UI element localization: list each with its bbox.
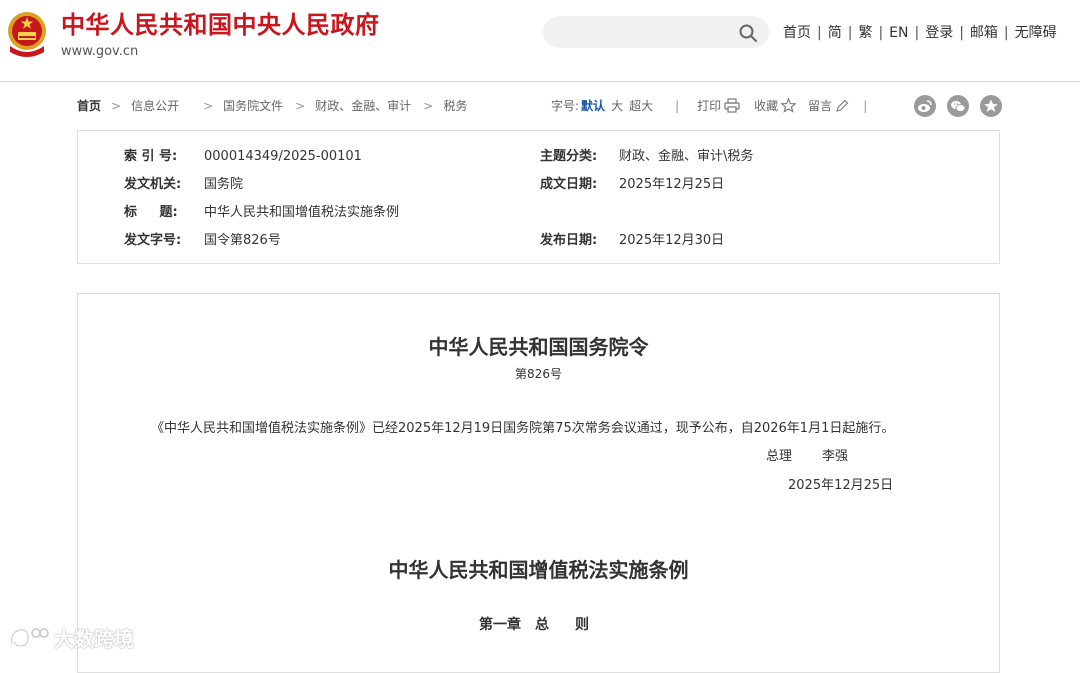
watermark-logo-icon: [10, 628, 49, 648]
breadcrumb-info-disclosure[interactable]: 信息公开: [131, 99, 179, 113]
wechat-icon: [951, 101, 966, 112]
comment-label: 留言: [808, 99, 833, 113]
doc-number-label: 发文字号:: [124, 233, 182, 248]
toolbar-separator: |: [863, 99, 868, 113]
index-number-label: 索 引 号:: [124, 149, 178, 164]
watermark-text: 大数跨境: [54, 627, 134, 651]
favorite-button[interactable]: 收藏: [754, 97, 797, 113]
publish-date-value: 2025年12月30日: [619, 233, 725, 248]
search-icon[interactable]: [738, 23, 758, 43]
nav-separator: |: [817, 25, 822, 41]
chapter-name-part: 总: [535, 617, 549, 633]
title-value: 中华人民共和国增值税法实施条例: [204, 205, 400, 220]
issuer-value: 国务院: [204, 177, 244, 192]
font-size-label: 字号:: [551, 99, 580, 113]
star-outline-icon: [780, 97, 797, 113]
category-label: 主题分类:: [540, 149, 598, 164]
font-size-large[interactable]: 大: [611, 99, 623, 113]
regulation-title: 中华人民共和国增值税法实施条例: [388, 558, 689, 582]
written-date-label: 成文日期:: [540, 177, 598, 192]
nav-login-link[interactable]: 登录: [925, 25, 953, 41]
breadcrumb-home[interactable]: 首页: [77, 99, 101, 113]
nav-separator: |: [1003, 25, 1009, 41]
top-nav: 首页 | 简 | 繁 | EN | 登录 | 邮箱 | 无障碍: [783, 24, 1057, 42]
star-icon: [984, 99, 998, 112]
watermark: 大数跨境: [8, 624, 134, 654]
article-toolbar: 字号: 默认大超大 | 打印 收藏 留言 |: [551, 97, 867, 115]
chapter-number: 第一章: [479, 617, 521, 633]
nav-english-link[interactable]: EN: [889, 25, 908, 41]
breadcrumb: 首页 > 信息公开 > 国务院文件 > 财政、金融、审计 > 税务: [77, 97, 467, 115]
print-button[interactable]: 打印: [697, 98, 740, 113]
nav-mail-link[interactable]: 邮箱: [970, 25, 998, 41]
chapter-heading: 第一章总 则: [479, 616, 589, 634]
nav-separator: |: [959, 25, 964, 41]
nav-separator: |: [878, 25, 884, 41]
chevron-right-icon: >: [423, 99, 434, 113]
chevron-right-icon: >: [203, 99, 214, 113]
category-value: 财政、金融、审计\税务: [619, 149, 754, 164]
toolbar-separator: |: [675, 99, 680, 113]
chevron-right-icon: >: [295, 99, 306, 113]
nav-traditional-link[interactable]: 繁: [858, 25, 872, 41]
title-label: 标 题:: [124, 205, 178, 220]
breadcrumb-tax[interactable]: 税务: [443, 99, 467, 113]
site-domain[interactable]: www.gov.cn: [61, 44, 138, 60]
nav-separator: |: [847, 25, 853, 41]
premier-name: 李强: [822, 449, 849, 464]
wechat-share-button[interactable]: [947, 95, 969, 117]
document-info-box: 索 引 号: 000014349/2025-00101 主题分类: 财政、金融、…: [77, 130, 1000, 264]
nav-separator: |: [914, 25, 920, 41]
promulgation-text: 《中华人民共和国增值税法实施条例》已经2025年12月19日国务院第75次常务会…: [151, 421, 895, 436]
chevron-right-icon: >: [111, 99, 122, 113]
favorite-share-button[interactable]: [980, 95, 1002, 117]
national-emblem-icon[interactable]: [6, 10, 48, 60]
site-title[interactable]: 中华人民共和国中央人民政府: [61, 10, 380, 40]
breadcrumb-state-council-docs[interactable]: 国务院文件: [223, 99, 283, 113]
breadcrumb-finance[interactable]: 财政、金融、审计: [315, 99, 411, 113]
order-number: 第826号: [515, 367, 562, 381]
font-size-extra-large[interactable]: 超大: [629, 99, 653, 113]
printer-icon: [724, 98, 740, 113]
font-size-default[interactable]: 默认: [581, 99, 605, 113]
premier-title: 总理: [766, 449, 793, 464]
site-header: 中华人民共和国中央人民政府 www.gov.cn 首页 | 简 | 繁 | EN | 登录 | 邮箱…: [0, 0, 1080, 80]
nav-home-link[interactable]: 首页: [783, 25, 811, 41]
signing-date: 2025年12月25日: [788, 478, 894, 493]
doc-number-value: 国令第826号: [204, 233, 281, 248]
weibo-share-button[interactable]: [914, 95, 936, 117]
search-input[interactable]: [543, 16, 769, 48]
print-label: 打印: [697, 99, 722, 113]
order-title: 中华人民共和国国务院令: [428, 335, 649, 359]
header-divider: [0, 81, 1080, 82]
nav-accessibility-link[interactable]: 无障碍: [1015, 25, 1057, 41]
index-number-value: 000014349/2025-00101: [204, 149, 362, 164]
favorite-label: 收藏: [754, 99, 779, 113]
pencil-icon: [836, 99, 849, 112]
weibo-icon: [918, 100, 932, 112]
publish-date-label: 发布日期:: [540, 233, 598, 248]
written-date-value: 2025年12月25日: [619, 177, 725, 192]
chapter-name-part: 则: [575, 617, 589, 633]
issuer-label: 发文机关:: [124, 177, 182, 192]
comment-button[interactable]: 留言: [808, 99, 849, 113]
article-body: 中华人民共和国国务院令 第826号 《中华人民共和国增值税法实施条例》已经202…: [77, 293, 1000, 673]
nav-simplified-link[interactable]: 简: [828, 25, 842, 41]
